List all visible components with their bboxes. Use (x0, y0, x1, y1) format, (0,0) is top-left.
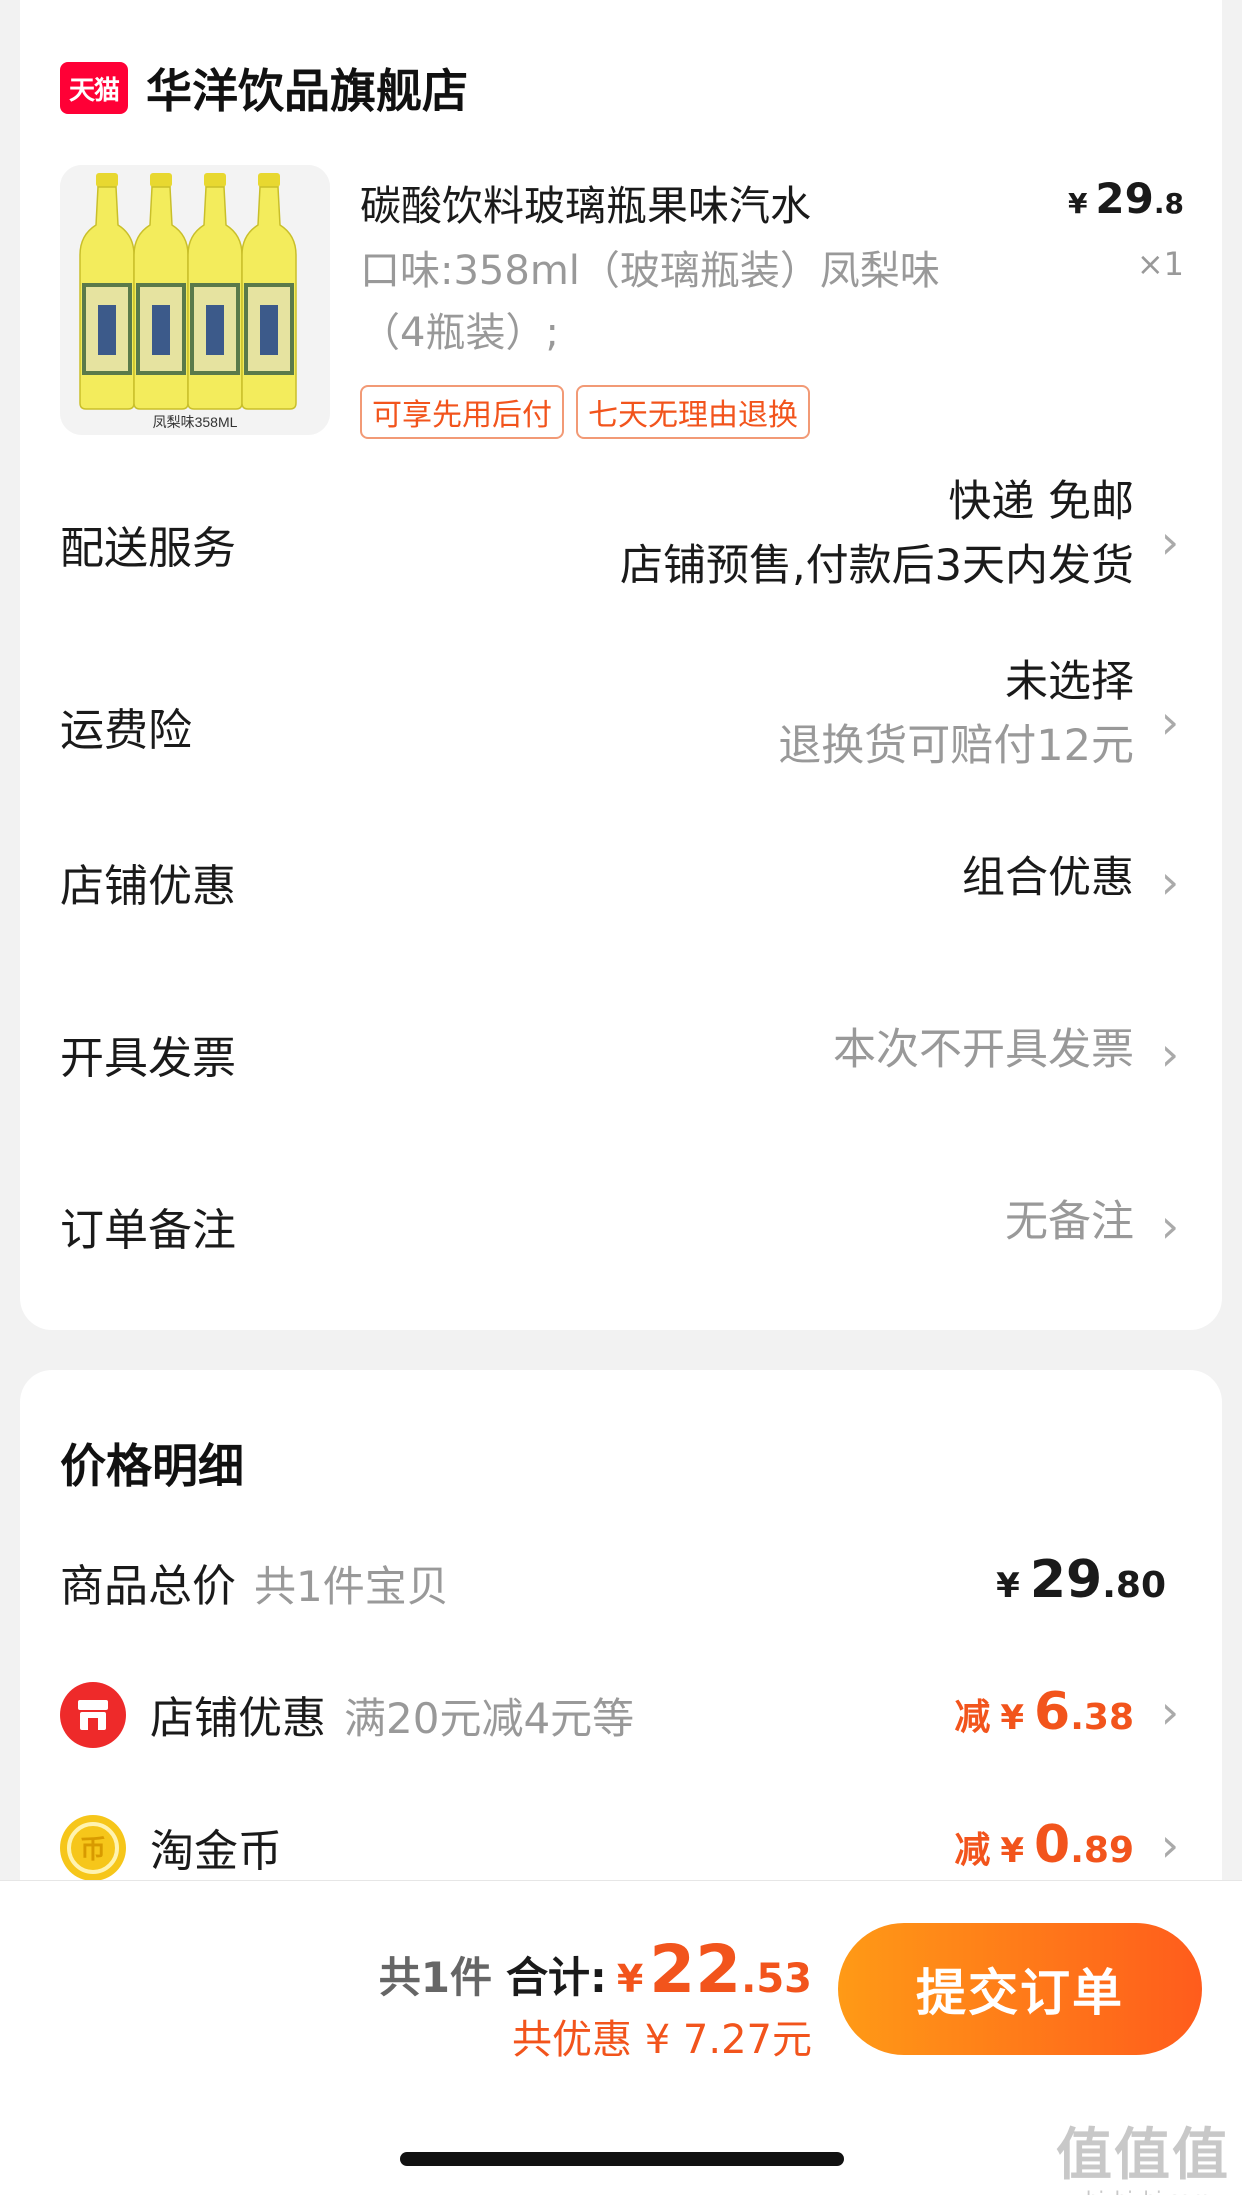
insurance-status: 未选择 (1005, 657, 1134, 707)
watermark-url: zhizhizhi.com (1056, 2187, 1230, 2195)
store-discount-amount: 减 ¥6.38 (954, 1682, 1134, 1742)
product-quantity: ×1 (1136, 245, 1184, 283)
goods-int: 29 (1029, 1550, 1103, 1610)
chevron-right-icon: › (1160, 515, 1180, 569)
price-detail-title: 价格明细 (60, 1439, 244, 1493)
discount-dec: .38 (1070, 1697, 1134, 1738)
store-header[interactable]: 天猫 华洋饮品旗舰店 (60, 55, 468, 121)
chevron-right-icon: › (1160, 855, 1180, 909)
price-dec: .8 (1153, 187, 1184, 220)
tmall-logo: 天猫 (60, 62, 128, 114)
delivery-row[interactable]: 配送服务 快递 免邮 店铺预售,付款后3天内发货 › (60, 470, 1184, 610)
insurance-desc: 退换货可赔付12元 (778, 721, 1134, 771)
spec-line-1: 口味:358ml（玻璃瓶装）凤梨味 (360, 248, 940, 294)
store-discount-rule: 满20元减4元等 (344, 1694, 635, 1743)
coins-currency: ¥ (1000, 1831, 1025, 1871)
invoice-row[interactable]: 开具发票 本次不开具发票 › (60, 1022, 1184, 1086)
tag-7day-return: 七天无理由退换 (576, 385, 810, 439)
total-currency: ¥ (616, 1957, 644, 2001)
order-note-row[interactable]: 订单备注 无备注 › (60, 1194, 1184, 1258)
coins-row[interactable]: 币 淘金币 减 ¥0.89 › (60, 1815, 1184, 1885)
delivery-method: 快递 免邮 (948, 477, 1134, 527)
total-int: 22 (649, 1931, 742, 2008)
product-price: ¥29.8 (1068, 174, 1184, 223)
delivery-schedule: 店铺预售,付款后3天内发货 (619, 541, 1134, 591)
total-dec: .53 (741, 1956, 812, 2002)
chevron-right-icon: › (1160, 1199, 1180, 1253)
coins-amount: 减 ¥0.89 (954, 1815, 1134, 1875)
invoice-value: 本次不开具发票 (833, 1025, 1134, 1075)
submit-order-button[interactable]: 提交订单 (838, 1923, 1202, 2055)
spec-line-2: （4瓶装）; (360, 310, 559, 356)
store-icon (60, 1682, 126, 1748)
watermark-logo: 值值值 (1056, 2123, 1230, 2188)
store-discount-detail-label: 店铺优惠 满20元减4元等 (150, 1682, 634, 1746)
store-discount-label: 店铺优惠 (60, 861, 236, 912)
delivery-value: 快递 免邮 店铺预售,付款后3天内发货 (620, 470, 1134, 598)
goods-total-text: 商品总价 (60, 1561, 236, 1612)
juice-bottles-illustration: 凤梨味358ML (60, 165, 330, 435)
insurance-value: 未选择 退换货可赔付12元 (778, 650, 1134, 778)
goods-total-value: ¥29.80 (996, 1550, 1166, 1610)
chevron-right-icon: › (1160, 1027, 1180, 1081)
shipping-insurance-row[interactable]: 运费险 未选择 退换货可赔付12元 › (60, 650, 1184, 790)
discount-currency: ¥ (1000, 1698, 1025, 1738)
total-saving: 共优惠 ¥ 7.27元 (512, 2017, 812, 2063)
order-card: 天猫 华洋饮品旗舰店 凤梨味358ML 碳酸饮料玻璃瓶果味汽水 口味:358ml… (20, 0, 1222, 1330)
delivery-label: 配送服务 (60, 523, 236, 574)
home-indicator[interactable] (400, 2152, 844, 2166)
store-discount-detail-text: 店铺优惠 (150, 1693, 326, 1744)
goods-currency: ¥ (996, 1566, 1020, 1606)
coins-dec: .89 (1070, 1830, 1134, 1871)
product-spec: 口味:358ml（玻璃瓶装）凤梨味 （4瓶装）; (360, 240, 1050, 364)
chevron-right-icon: › (1160, 1685, 1180, 1739)
product-image[interactable]: 凤梨味358ML (60, 165, 330, 435)
order-total: 共1件 合计: ¥22.53 (379, 1931, 812, 2008)
coin-icon: 币 (60, 1815, 126, 1881)
price-currency: ¥ (1067, 187, 1088, 220)
svg-text:币: 币 (80, 1835, 106, 1865)
coins-int: 0 (1034, 1815, 1071, 1875)
image-caption: 凤梨味358ML (153, 414, 238, 430)
discount-prefix: 减 (954, 1697, 991, 1738)
goods-dec: .80 (1102, 1565, 1166, 1606)
goods-total-count: 共1件宝贝 (254, 1562, 449, 1611)
store-name: 华洋饮品旗舰店 (146, 64, 468, 118)
product-title[interactable]: 碳酸饮料玻璃瓶果味汽水 (360, 172, 811, 232)
store-discount-value: 组合优惠 (962, 853, 1134, 903)
goods-total-label: 商品总价 共1件宝贝 (60, 1550, 449, 1614)
chevron-right-icon: › (1160, 695, 1180, 749)
chevron-right-icon: › (1160, 1818, 1180, 1872)
item-count: 共1件 (378, 1953, 493, 2002)
watermark: 值值值 zhizhizhi.com (1056, 2110, 1230, 2195)
insurance-label: 运费险 (60, 705, 192, 756)
total-label: 合计: (506, 1953, 607, 2002)
order-note-value: 无备注 (1005, 1197, 1134, 1247)
store-discount-row[interactable]: 店铺优惠 组合优惠 › (60, 850, 1184, 914)
price-detail-card: 价格明细 商品总价 共1件宝贝 ¥29.80 店铺优惠 满20元减4元等 减 ¥6.3… (20, 1370, 1222, 1930)
coins-prefix: 减 (954, 1830, 991, 1871)
discount-int: 6 (1034, 1682, 1071, 1742)
product-tags: 可享先用后付 七天无理由退换 (360, 385, 810, 439)
invoice-label: 开具发票 (60, 1033, 236, 1084)
coins-label: 淘金币 (150, 1826, 282, 1877)
price-int: 29 (1095, 174, 1154, 223)
order-note-label: 订单备注 (60, 1205, 236, 1256)
goods-total-row: 商品总价 共1件宝贝 ¥29.80 (60, 1550, 1184, 1620)
tag-pay-later: 可享先用后付 (360, 385, 564, 439)
store-discount-detail-row[interactable]: 店铺优惠 满20元减4元等 减 ¥6.38 › (60, 1682, 1184, 1752)
